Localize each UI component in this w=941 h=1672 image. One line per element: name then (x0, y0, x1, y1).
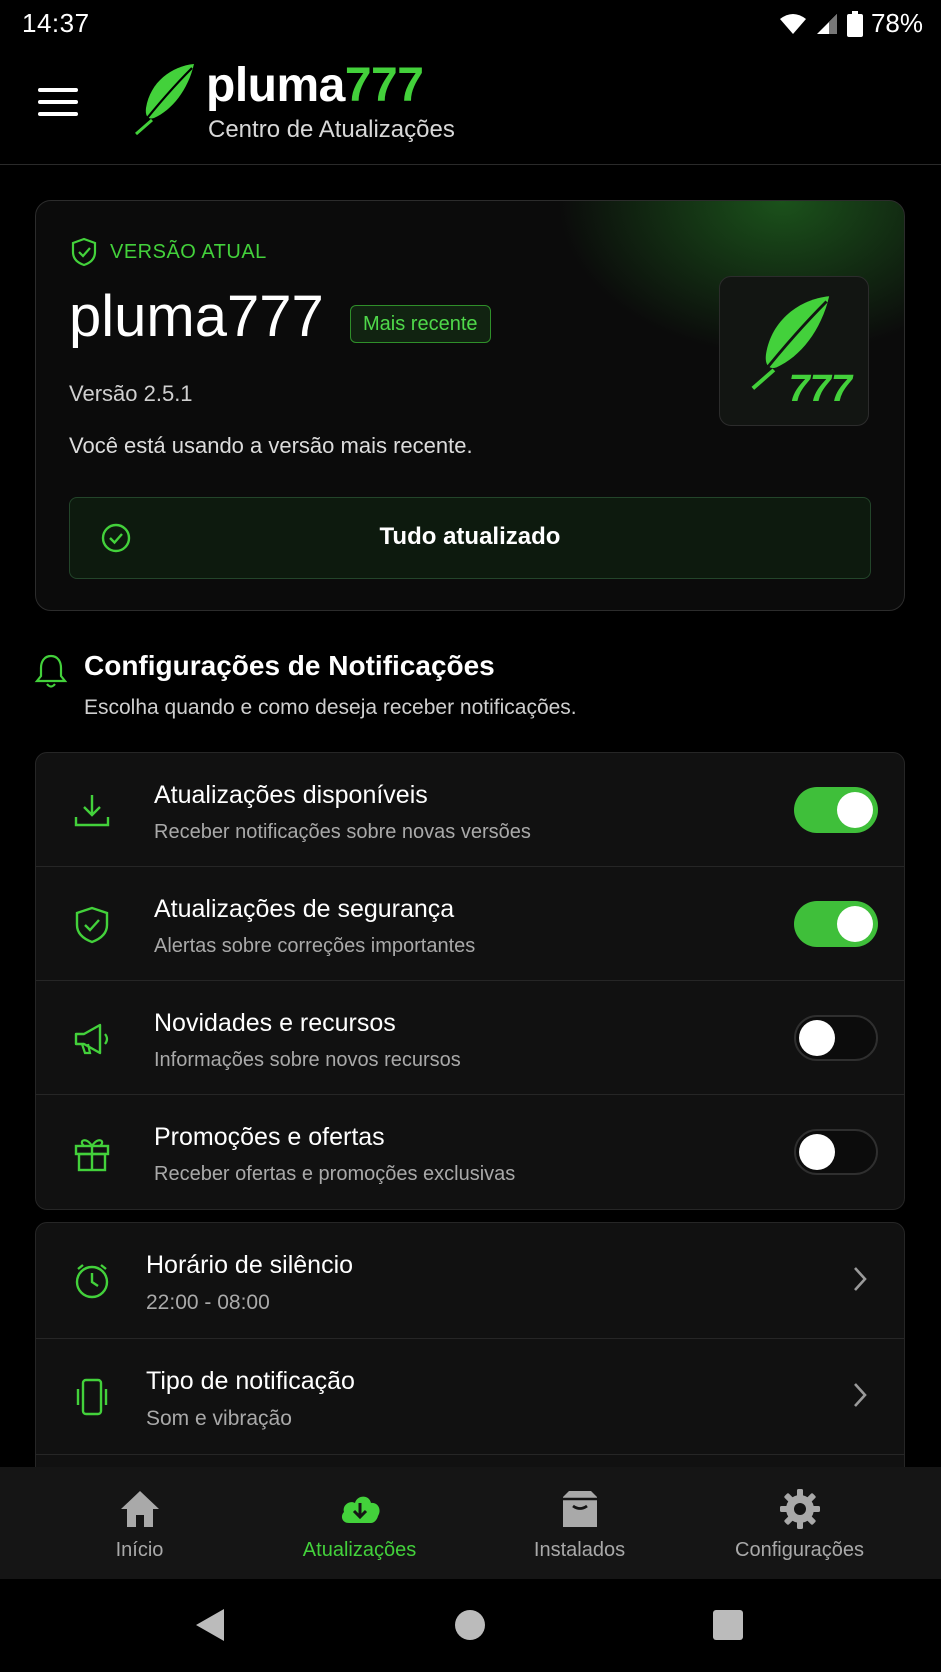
toggle-switch[interactable] (794, 901, 878, 947)
toggle-subtitle: Informações sobre novos recursos (154, 1049, 461, 1071)
toggle-switch[interactable] (794, 1129, 878, 1175)
current-version-label: VERSÃO ATUAL (110, 241, 267, 263)
toggle-title: Atualizações de segurança (154, 895, 455, 923)
brand-name-green: 777 (344, 59, 424, 112)
up-to-date-status: Tudo atualizado (69, 497, 871, 579)
system-nav-bar (0, 1579, 941, 1672)
box-icon (563, 1491, 597, 1527)
battery-percent: 78% (870, 8, 923, 38)
menu-button[interactable] (38, 88, 78, 120)
brand-name-white: pluma (206, 59, 345, 112)
version-card: VERSÃO ATUAL pluma777 Mais recente Versã… (35, 200, 905, 611)
cloud-download-icon (341, 1496, 380, 1523)
toggle-title: Promoções e ofertas (154, 1123, 385, 1151)
toggle-switch[interactable] (794, 1015, 878, 1061)
status-bar: 14:37 78% (0, 0, 941, 50)
nav-label: Configurações (735, 1539, 864, 1561)
wifi-icon (779, 13, 806, 34)
latest-badge: Mais recente (350, 305, 491, 343)
version-number: Versão 2.5.1 (69, 381, 193, 406)
download-icon (74, 795, 110, 827)
setting-title: Tipo de notificação (146, 1367, 355, 1395)
setting-value: Som e vibração (146, 1407, 292, 1430)
nav-label: Instalados (533, 1539, 626, 1561)
nav-label: Início (115, 1539, 164, 1561)
notification-settings-list: Horário de silêncio 22:00 - 08:00 Tipo d… (35, 1222, 905, 1482)
toggle-title: Atualizações disponíveis (154, 781, 428, 809)
notification-toggles: Atualizações disponíveis Receber notific… (35, 752, 905, 1210)
nav-installed[interactable]: Instalados (462, 1467, 697, 1579)
version-message: Você está usando a versão mais recente. (69, 433, 473, 458)
brand-name: pluma777 (206, 58, 424, 113)
status-icons: 78% (779, 8, 923, 39)
clock-icon (75, 1264, 109, 1299)
toggle-row-news-features[interactable]: Novidades e recursos Informações sobre n… (36, 981, 904, 1095)
status-text: Tudo atualizado (379, 523, 561, 550)
gear-icon (780, 1489, 820, 1529)
status-time: 14:37 (22, 8, 90, 38)
nav-home[interactable]: Início (22, 1467, 257, 1579)
toggle-subtitle: Alertas sobre correções importantes (154, 935, 476, 957)
quiet-hours-row[interactable]: Horário de silêncio 22:00 - 08:00 (36, 1223, 904, 1339)
toggle-row-promotions[interactable]: Promoções e ofertas Receber ofertas e pr… (36, 1095, 904, 1209)
home-icon (121, 1491, 159, 1527)
app-logo: 777 (719, 276, 869, 426)
header-subtitle: Centro de Atualizações (208, 116, 455, 143)
chevron-right-icon (854, 1383, 867, 1407)
bottom-nav: Início Atualizações Instalados Configura… (0, 1467, 941, 1579)
nav-updates[interactable]: Atualizações (242, 1467, 477, 1579)
shield-check-icon (75, 906, 109, 944)
app-header: pluma777 Centro de Atualizações (0, 50, 941, 165)
toggle-subtitle: Receber ofertas e promoções exclusivas (154, 1163, 516, 1185)
setting-value: 22:00 - 08:00 (146, 1291, 270, 1314)
chevron-right-icon (854, 1267, 867, 1291)
nav-label: Atualizações (302, 1539, 417, 1561)
notification-type-row[interactable]: Tipo de notificação Som e vibração (36, 1339, 904, 1455)
notifications-title: Configurações de Notificações (84, 650, 495, 681)
megaphone-icon (74, 1023, 109, 1055)
feather-logo-icon (135, 64, 194, 136)
shield-check-icon (71, 237, 97, 267)
battery-icon (846, 10, 863, 37)
toggle-subtitle: Receber notificações sobre novas versões (154, 821, 531, 843)
gift-icon (74, 1139, 110, 1172)
home-circle-icon[interactable] (450, 1605, 490, 1645)
toggle-title: Novidades e recursos (154, 1009, 396, 1037)
notifications-subtitle: Escolha quando e como deseja receber not… (84, 696, 577, 719)
logo-number: 777 (788, 368, 852, 410)
phone-vibrate-icon (76, 1378, 108, 1416)
toggle-switch[interactable] (794, 787, 878, 833)
nav-settings[interactable]: Configurações (682, 1467, 917, 1579)
signal-icon (816, 13, 837, 34)
recents-icon[interactable] (708, 1605, 748, 1645)
bell-icon (34, 654, 68, 688)
toggle-row-security-updates[interactable]: Atualizações de segurança Alertas sobre … (36, 867, 904, 981)
back-icon[interactable] (190, 1605, 230, 1645)
app-name: pluma777 (69, 284, 324, 349)
setting-title: Horário de silêncio (146, 1251, 354, 1279)
toggle-row-available-updates[interactable]: Atualizações disponíveis Receber notific… (36, 753, 904, 867)
